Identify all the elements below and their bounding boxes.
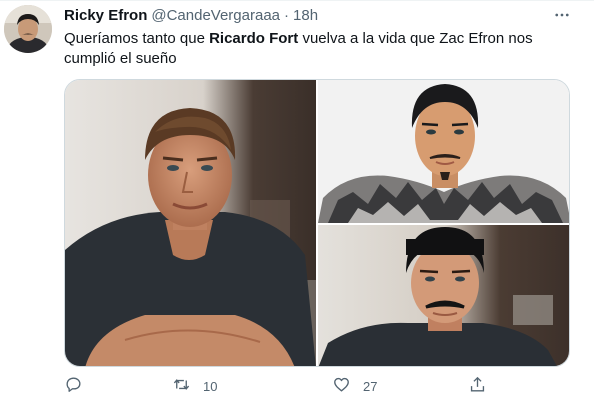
like-icon	[332, 375, 351, 397]
tweet-text: Queríamos tanto que Ricardo Fort vuelva …	[64, 29, 564, 69]
media-image-1[interactable]	[65, 80, 316, 366]
avatar[interactable]	[4, 5, 52, 53]
text-mention-bold: Ricardo Fort	[209, 30, 299, 47]
reply-icon	[64, 375, 83, 397]
media-grid	[64, 79, 570, 367]
share-icon	[468, 375, 487, 397]
text-part-2: vuelva a la vida que Zac Efron nos	[298, 30, 533, 47]
separator-dot: ·	[284, 7, 290, 24]
tweet-header: Ricky Efron @CandeVergaraaa · 18h	[64, 7, 318, 24]
text-part-1: Queríamos tanto que	[64, 30, 210, 47]
reply-button[interactable]	[64, 375, 83, 397]
tweet-actions: 10 27	[64, 373, 504, 401]
text-part-3: cumplió el sueño	[64, 50, 177, 67]
share-button[interactable]	[468, 375, 487, 397]
author-name[interactable]: Ricky Efron	[64, 7, 147, 24]
author-handle[interactable]: @CandeVergaraaa	[151, 7, 280, 24]
avatar-photo	[4, 5, 52, 53]
retweet-button[interactable]: 10	[172, 375, 217, 397]
retweet-count: 10	[203, 378, 218, 394]
retweet-icon	[172, 375, 191, 397]
tweet[interactable]: Ricky Efron @CandeVergaraaa · 18h Quería…	[0, 0, 594, 404]
media-image-3[interactable]	[318, 225, 569, 366]
more-icon[interactable]	[550, 3, 574, 27]
like-button[interactable]: 27	[332, 375, 377, 397]
media-image-2[interactable]	[318, 80, 569, 223]
timestamp[interactable]: 18h	[293, 7, 318, 24]
like-count: 27	[363, 378, 378, 394]
